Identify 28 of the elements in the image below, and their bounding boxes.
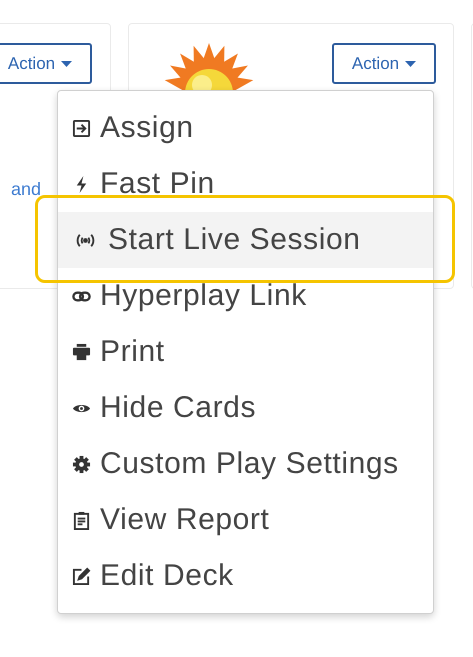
- menu-item-label: Assign: [100, 111, 194, 145]
- action-button[interactable]: Action: [332, 43, 436, 84]
- menu-item-label: Hide Cards: [100, 391, 256, 425]
- menu-item[interactable]: Print: [58, 324, 433, 380]
- menu-item-label: Print: [100, 335, 165, 369]
- caret-icon: [61, 60, 72, 66]
- menu-item[interactable]: Fast Pin: [58, 156, 433, 212]
- menu-item-label: Custom Play Settings: [100, 447, 399, 481]
- menu-item-label: Hyperplay Link: [100, 279, 307, 313]
- clipboard-icon: [72, 510, 91, 530]
- gear-icon: [72, 454, 91, 474]
- menu-item[interactable]: Assign: [58, 100, 433, 156]
- menu-item[interactable]: Hide Cards: [58, 380, 433, 436]
- menu-item-label: Fast Pin: [100, 167, 215, 201]
- menu-item[interactable]: Edit Deck: [58, 548, 433, 604]
- caret-icon: [405, 60, 416, 66]
- menu-item[interactable]: Custom Play Settings: [58, 436, 433, 492]
- menu-item[interactable]: View Report: [58, 492, 433, 548]
- menu-item[interactable]: Start Live Session: [58, 212, 433, 268]
- link[interactable]: and: [11, 179, 42, 200]
- menu-item-label: Edit Deck: [100, 559, 234, 593]
- menu-item-label: Start Live Session: [108, 223, 361, 257]
- menu-item-label: View Report: [100, 503, 270, 537]
- action-button[interactable]: Action: [0, 43, 92, 84]
- printer-icon: [72, 342, 91, 362]
- sign-in-icon: [72, 118, 91, 138]
- menu-item[interactable]: Hyperplay Link: [58, 268, 433, 324]
- edit-icon: [72, 566, 91, 586]
